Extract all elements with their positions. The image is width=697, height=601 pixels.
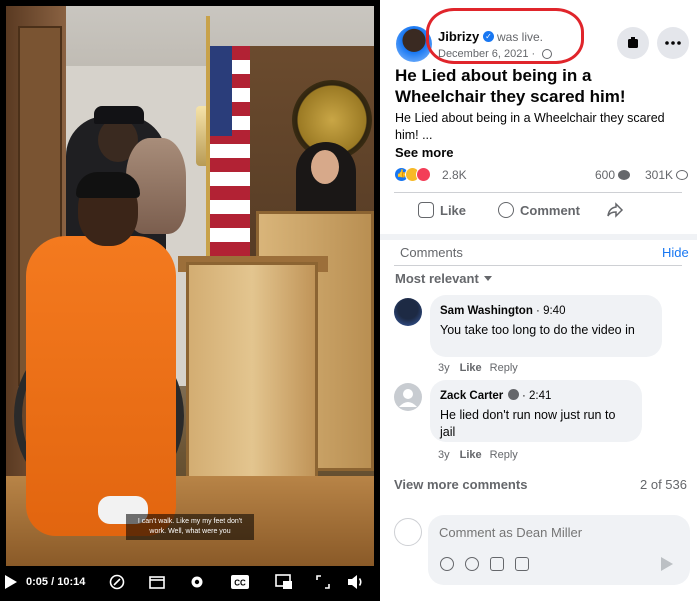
share-icon (607, 202, 624, 218)
current-user-avatar[interactable] (394, 518, 422, 546)
sort-label: Most relevant (395, 271, 479, 286)
time-separator: / (48, 576, 58, 588)
caret-down-icon (483, 276, 492, 281)
view-more-comments-link[interactable]: View more comments (394, 477, 527, 492)
comment-time: 2:41 (528, 390, 552, 402)
time-total: 10:14 (57, 576, 86, 588)
commenter-avatar[interactable] (394, 383, 422, 411)
comment-age: 3y (438, 362, 450, 374)
comment-like-link[interactable]: Like (460, 362, 482, 374)
comment-bubble: Sam Washington · 9:40 You take too long … (430, 295, 662, 357)
cc-icon[interactable]: CC (230, 572, 250, 592)
eye-icon (676, 170, 689, 180)
send-icon[interactable] (661, 557, 673, 571)
post-date[interactable]: December 6, 2021 · (438, 48, 535, 60)
comment-reply-link[interactable]: Reply (490, 362, 518, 374)
video-time: 0:05 / 10:14 (26, 573, 85, 591)
comment-bubble: Zack Carter · 2:41 He lied don't run now… (430, 380, 642, 442)
svg-text:CC: CC (234, 579, 246, 588)
bookmark-icon[interactable] (617, 27, 649, 59)
love-reaction-icon (416, 167, 431, 182)
reaction-icons[interactable]: 👍 (394, 167, 431, 182)
sticker-icon[interactable] (515, 557, 529, 571)
avatar-sticker-icon[interactable] (440, 557, 454, 571)
comment-button-label: Comment (520, 202, 580, 218)
thumbs-up-icon (418, 202, 434, 218)
judge-face (311, 150, 339, 184)
see-more-link[interactable]: See more (395, 145, 454, 160)
post-description: He Lied about being in a Wheelchair they… (395, 111, 665, 142)
comment-page-count: 2 of 536 (640, 477, 687, 492)
officer-cap (94, 106, 144, 124)
comments-header: Comments (400, 245, 463, 260)
commenter-name[interactable]: Zack Carter (440, 390, 503, 402)
badge-icon (507, 389, 519, 400)
commenter-name[interactable]: Sam Washington (440, 305, 533, 317)
view-count: 301K (645, 168, 689, 182)
pip-icon[interactable] (274, 572, 294, 592)
reaction-count[interactable]: 2.8K (442, 168, 467, 182)
emoji-icon[interactable] (465, 557, 479, 571)
more-icon[interactable] (657, 27, 689, 59)
divider (394, 192, 682, 193)
view-count-value: 301K (645, 168, 674, 182)
video-frame: I can't walk. Like my my feet don't work… (6, 6, 374, 566)
comment-time: 9:40 (543, 305, 566, 317)
podium (186, 262, 318, 488)
comment-button[interactable]: Comment (498, 202, 580, 218)
live-status: was live. (497, 30, 544, 44)
comment-composer (428, 515, 690, 585)
globe-icon (542, 49, 552, 59)
author-name[interactable]: Jibrizy (438, 29, 479, 44)
camera-icon[interactable] (490, 557, 504, 571)
play-icon[interactable] (4, 572, 18, 592)
comment-meta: 3y Like Reply (438, 362, 518, 374)
comment-count[interactable]: 600 (595, 168, 631, 182)
comment-age: 3y (438, 449, 450, 461)
comment-reply-link[interactable]: Reply (490, 449, 518, 461)
us-flag-canton (210, 46, 232, 136)
comment-icon (498, 202, 514, 218)
post-panel: Jibrizy ✓ was live. December 6, 2021 · H… (380, 0, 697, 601)
volume-icon[interactable] (346, 572, 366, 592)
verified-icon: ✓ (483, 31, 494, 42)
prisoner-hair (76, 172, 140, 198)
comment-text: He lied don't run now just run to jail (440, 408, 616, 439)
hide-comments-link[interactable]: Hide (662, 245, 689, 260)
section-separator (380, 234, 697, 240)
comment-input[interactable] (439, 525, 669, 540)
video-subtitle: I can't walk. Like my my feet don't work… (126, 514, 254, 540)
comment-bubble-icon (618, 170, 631, 180)
commenter-avatar[interactable] (394, 298, 422, 326)
comment-count-value: 600 (595, 168, 616, 182)
captions-icon[interactable] (108, 572, 126, 592)
post-title: He Lied about being in a Wheelchair they… (395, 66, 626, 106)
comment-text: You take too long to do the video in (440, 323, 635, 337)
time-current: 0:05 (26, 576, 49, 588)
share-button[interactable] (606, 202, 624, 218)
like-button-label: Like (440, 202, 467, 218)
comment-meta: 3y Like Reply (438, 449, 518, 461)
comment-like-link[interactable]: Like (460, 449, 482, 461)
gear-icon[interactable] (188, 572, 206, 592)
divider (394, 265, 682, 266)
fullscreen-icon[interactable] (314, 572, 332, 592)
video-player[interactable]: I can't walk. Like my my feet don't work… (0, 0, 380, 601)
sort-dropdown[interactable]: Most relevant (395, 271, 492, 286)
prisoner-figure (26, 236, 176, 536)
like-button[interactable]: Like (418, 202, 466, 218)
clip-icon[interactable] (148, 572, 166, 592)
